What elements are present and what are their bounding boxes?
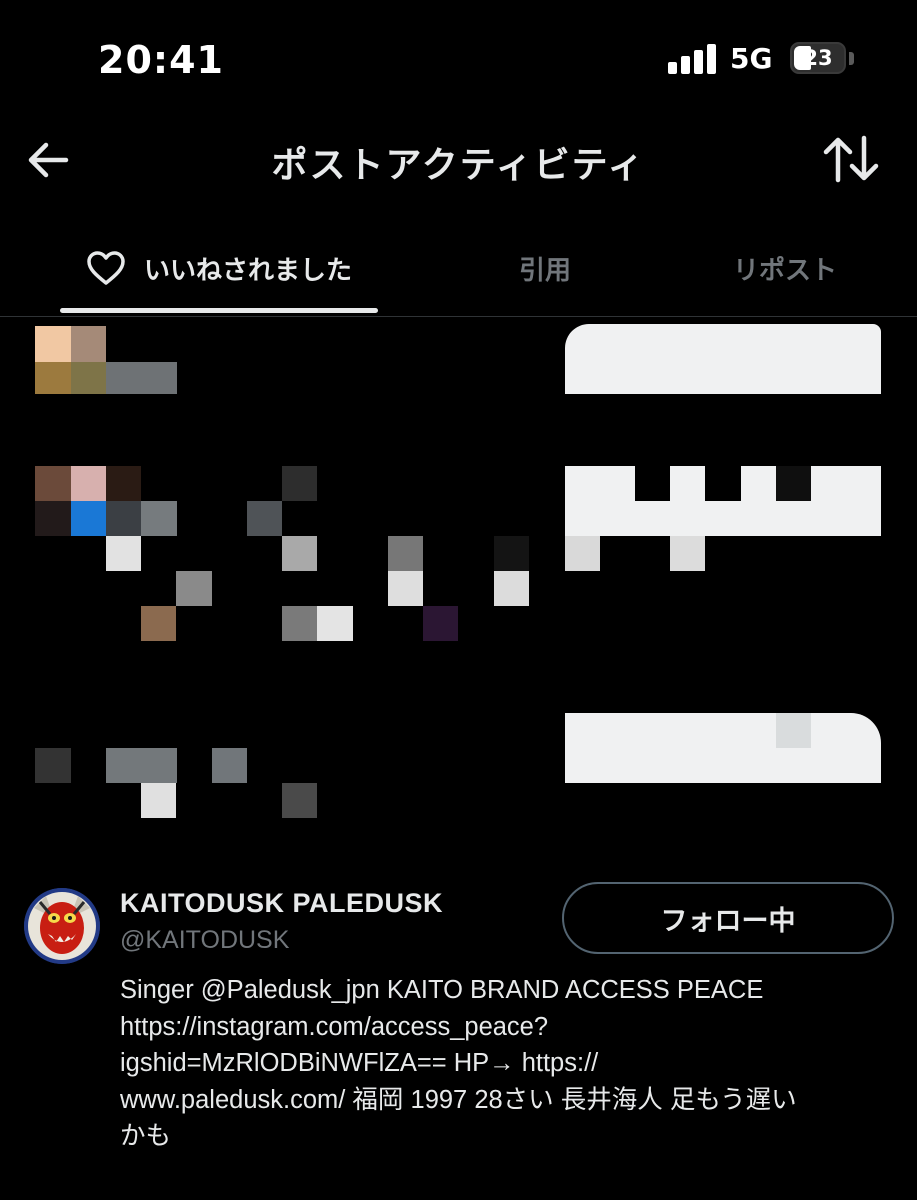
battery-icon: 23 <box>790 42 846 74</box>
mosaic-tile <box>106 748 177 783</box>
activity-tabs: いいねされました 引用 リポスト <box>0 220 917 317</box>
mosaic-tile <box>35 362 71 394</box>
mosaic-tile <box>35 466 71 501</box>
mosaic-tile <box>670 536 705 571</box>
mosaic-tile <box>282 783 317 818</box>
mosaic-tile <box>141 783 176 818</box>
mosaic-tile <box>71 326 106 362</box>
following-button[interactable]: フォロー中 <box>562 882 894 954</box>
mosaic-tile <box>388 571 423 606</box>
redacted-user-list <box>0 316 917 856</box>
user-bio: Singer @Paledusk_jpn KAITO BRAND ACCESS … <box>120 972 880 1155</box>
mosaic-tile <box>317 606 353 641</box>
mosaic-tile <box>423 606 458 641</box>
battery-tip <box>849 52 854 65</box>
mosaic-tile <box>635 466 670 501</box>
bio-line: かも <box>120 1122 172 1150</box>
mosaic-tile <box>247 501 282 536</box>
tab-likes[interactable]: いいねされました <box>60 220 378 316</box>
tab-reposts-label: リポスト <box>732 255 837 286</box>
mosaic-tile <box>776 713 811 748</box>
status-time: 20:41 <box>98 38 224 82</box>
mosaic-tile <box>141 606 176 641</box>
mosaic-tile <box>106 466 141 501</box>
mosaic-tile <box>35 501 71 536</box>
page-title: ポストアクティビティ <box>271 145 646 186</box>
redacted-avatar-block <box>35 326 71 362</box>
mosaic-tile <box>776 466 811 501</box>
mosaic-tile <box>176 571 212 606</box>
bio-line: Singer @Paledusk_jpn KAITO BRAND ACCESS … <box>120 976 764 1004</box>
mosaic-tile <box>141 501 177 536</box>
redacted-button-block <box>565 713 881 783</box>
mosaic-tile <box>71 501 106 536</box>
page-header: ポストアクティビティ <box>0 120 917 210</box>
sort-arrows-icon <box>823 135 879 183</box>
mosaic-tile <box>282 606 317 641</box>
mosaic-tile <box>35 748 71 783</box>
user-display-name[interactable]: KAITODUSK PALEDUSK <box>120 888 443 919</box>
avatar-image <box>24 888 100 964</box>
bio-line: www.paledusk.com/ 福岡 1997 28さい 長井海人 足もう遅… <box>120 1085 797 1114</box>
mosaic-tile <box>71 362 106 394</box>
mosaic-tile <box>705 466 741 501</box>
sort-button[interactable] <box>822 134 880 184</box>
mosaic-tile <box>282 466 317 501</box>
tab-reposts[interactable]: リポスト <box>670 220 900 316</box>
user-handle[interactable]: @KAITODUSK <box>120 926 289 955</box>
redacted-button-block <box>565 324 881 394</box>
mosaic-tile <box>71 466 106 501</box>
mosaic-tile <box>494 571 529 606</box>
avatar[interactable] <box>24 888 100 964</box>
mosaic-tile <box>212 748 247 783</box>
tab-likes-label: いいねされました <box>143 255 352 286</box>
bio-line: igshid=MzRlODBiNWFlZA== HP→ https:// <box>120 1049 599 1077</box>
user-card[interactable]: KAITODUSK PALEDUSK @KAITODUSK フォロー中 Sing… <box>0 870 917 1200</box>
status-bar: 20:41 5G 23 <box>0 0 917 120</box>
mosaic-tile <box>106 362 177 394</box>
mosaic-tile <box>106 501 141 536</box>
active-tab-indicator <box>60 308 378 313</box>
mosaic-tile <box>282 536 317 571</box>
mosaic-tile <box>388 536 423 571</box>
battery-level: 23 <box>803 46 833 70</box>
bio-line: https://instagram.com/access_peace? <box>120 1012 549 1041</box>
mosaic-tile <box>494 536 529 571</box>
mosaic-tile <box>106 536 141 571</box>
cellular-signal-icon <box>668 44 718 74</box>
network-type: 5G <box>730 42 773 75</box>
tab-quotes[interactable]: 引用 <box>430 220 660 316</box>
tab-quotes-label: 引用 <box>518 255 571 286</box>
mosaic-tile <box>565 536 600 571</box>
heart-outline-icon <box>87 251 125 285</box>
